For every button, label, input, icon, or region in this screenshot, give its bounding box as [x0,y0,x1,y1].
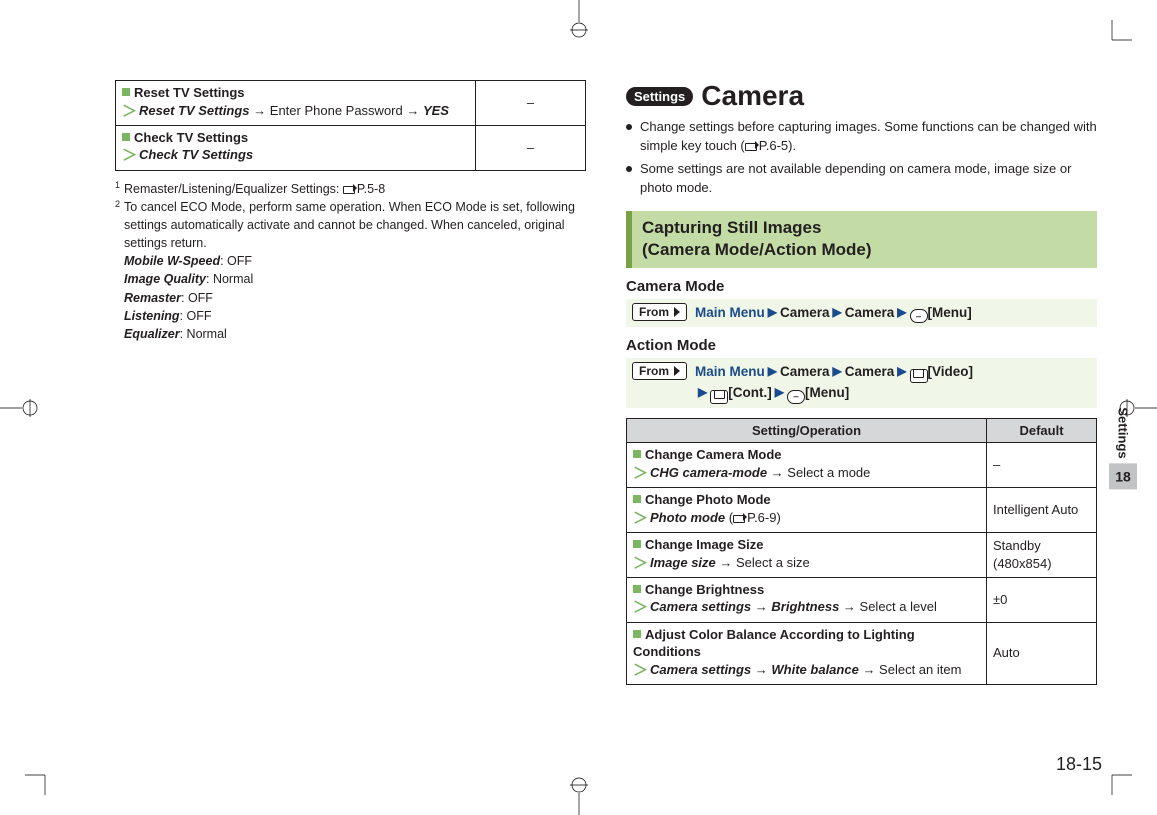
default-cell: ±0 [987,577,1097,622]
footnote-2-text: To cancel ECO Mode, perform same operati… [124,200,575,250]
menu-key-icon: ⎯ [787,390,805,404]
default-cell: – [987,443,1097,488]
crop-mark-left [0,389,40,427]
nav-path-camera-mode: Main Menu▶Camera▶Camera▶⎯[Menu] [695,303,972,324]
setting-cell: Check TV Settings＞Check TV Settings [116,125,476,170]
bullet-item: Some settings are not available dependin… [626,160,1097,198]
setting-cell: Reset TV Settings＞Reset TV Settings → En… [116,81,476,126]
edge-label: Settings [1116,408,1131,459]
default-cell: Intelligent Auto [987,488,1097,533]
footnote-setting-line: Equalizer: Normal [124,325,586,343]
setting-cell: Change Image Size＞Image size → Select a … [627,532,987,577]
footnote-1-text: Remaster/Listening/Equalizer Settings: [124,182,343,196]
crop-mark-bottom [560,775,598,815]
from-badge: From [632,362,687,380]
table-row: Check TV Settings＞Check TV Settings– [116,125,586,170]
menu-key-icon: ⎯ [910,309,928,323]
default-cell: Auto [987,622,1097,684]
camera-key-icon [910,369,928,383]
setting-cell: Change Camera Mode＞CHG camera-mode → Sel… [627,443,987,488]
footnote-setting-line: Mobile W-Speed: OFF [124,252,586,270]
default-cell: Standby (480x854) [987,532,1097,577]
section-heading-text: Capturing Still Images (Camera Mode/Acti… [642,218,872,259]
footnote-1-ref: P.5-8 [357,182,385,196]
crop-mark-top [560,0,598,40]
table-row: Change Camera Mode＞CHG camera-mode → Sel… [627,443,1097,488]
bullet-item: Change settings before capturing images.… [626,118,1097,156]
right-column: Settings Camera Change settings before c… [626,80,1097,785]
table-row: Reset TV Settings＞Reset TV Settings → En… [116,81,586,126]
setting-cell: Change Brightness＞Camera settings → Brig… [627,577,987,622]
page-ref-icon [343,184,357,194]
from-row-action-mode: From Main Menu▶Camera▶Camera▶[Video] ▶[C… [626,358,1097,408]
from-label: From [639,305,669,319]
intro-bullets: Change settings before capturing images.… [626,118,1097,197]
from-row-camera-mode: From Main Menu▶Camera▶Camera▶⎯[Menu] [626,299,1097,328]
col-default: Default [987,418,1097,443]
setting-cell: Change Photo Mode＞Photo mode (P.6-9) [627,488,987,533]
table-row: Change Image Size＞Image size → Select a … [627,532,1097,577]
crop-corner-tr [1102,20,1132,50]
settings-pill: Settings [626,87,693,106]
edge-chapter-number: 18 [1109,463,1137,489]
footnote-setting-line: Image Quality: Normal [124,270,586,288]
tv-settings-table: Reset TV Settings＞Reset TV Settings → En… [115,80,586,171]
crop-corner-br [1102,765,1132,795]
table-row: Change Photo Mode＞Photo mode (P.6-9)Inte… [627,488,1097,533]
section-heading: Capturing Still Images (Camera Mode/Acti… [626,211,1097,267]
crop-corner-bl [25,765,55,795]
camera-mode-heading: Camera Mode [626,278,1097,295]
footnote-setting-line: Listening: OFF [124,307,586,325]
footnote-setting-line: Remaster: OFF [124,289,586,307]
action-mode-heading: Action Mode [626,337,1097,354]
page-edge-tab: Settings 18 [1109,408,1137,489]
page: Reset TV Settings＞Reset TV Settings → En… [0,0,1157,815]
camera-heading: Camera [701,80,804,112]
col-setting-operation: Setting/Operation [627,418,987,443]
from-badge: From [632,303,687,321]
footnote-marker-1: 1 [115,180,120,190]
camera-settings-table: Setting/Operation Default Change Camera … [626,418,1097,685]
footnotes: 1Remaster/Listening/Equalizer Settings: … [115,179,586,343]
left-column: Reset TV Settings＞Reset TV Settings → En… [115,80,586,785]
page-number: 18-15 [1056,754,1102,775]
table-row: Adjust Color Balance According to Lighti… [627,622,1097,684]
default-cell: – [476,81,586,126]
nav-path-action-mode: Main Menu▶Camera▶Camera▶[Video] ▶[Cont.]… [695,362,973,404]
setting-cell: Adjust Color Balance According to Lighti… [627,622,987,684]
footnote-marker-2: 2 [115,198,120,343]
camera-key-icon [710,390,728,404]
table-row: Change Brightness＞Camera settings → Brig… [627,577,1097,622]
from-label: From [639,364,669,378]
default-cell: – [476,125,586,170]
